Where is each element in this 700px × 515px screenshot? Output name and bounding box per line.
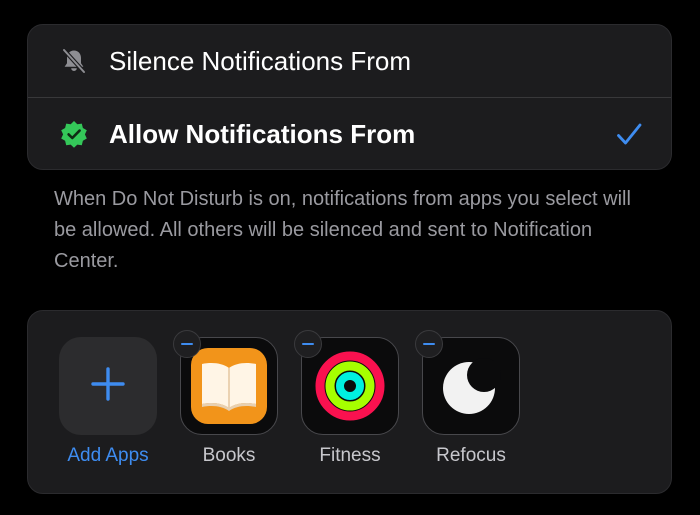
plus-icon [90,366,126,407]
app-item-fitness[interactable]: Fitness [294,330,400,467]
app-label-refocus: Refocus [436,445,506,466]
notification-mode-group: Silence Notifications From Allow Notific… [27,24,672,170]
allow-notifications-label: Allow Notifications From [109,119,416,149]
mode-description: When Do Not Disturb is on, notifications… [54,188,631,272]
allowed-apps-card: Add Apps Books Fitness Refocus [27,310,672,494]
remove-books-button[interactable] [173,330,201,358]
checkmark-icon [615,120,643,148]
app-item-books[interactable]: Books [173,330,279,467]
minus-icon [423,342,435,346]
remove-refocus-button[interactable] [415,330,443,358]
add-apps-label: Add Apps [67,445,149,466]
silence-notifications-label: Silence Notifications From [109,46,411,76]
bell-slash-icon [59,46,89,76]
books-app-icon [173,330,278,435]
minus-icon [181,342,193,346]
app-label-fitness: Fitness [319,445,381,466]
minus-icon [302,342,314,346]
silence-notifications-option[interactable]: Silence Notifications From [28,25,671,97]
allow-notifications-option[interactable]: Allow Notifications From [28,98,671,170]
refocus-app-icon [415,330,520,435]
fitness-app-icon [294,330,399,435]
app-label-books: Books [202,445,256,466]
checkmark-seal-icon [59,119,89,149]
add-apps-tile[interactable] [59,337,157,435]
app-item-refocus[interactable]: Refocus [415,330,521,467]
remove-fitness-button[interactable] [294,330,322,358]
add-apps-button[interactable]: Add Apps [58,337,158,467]
